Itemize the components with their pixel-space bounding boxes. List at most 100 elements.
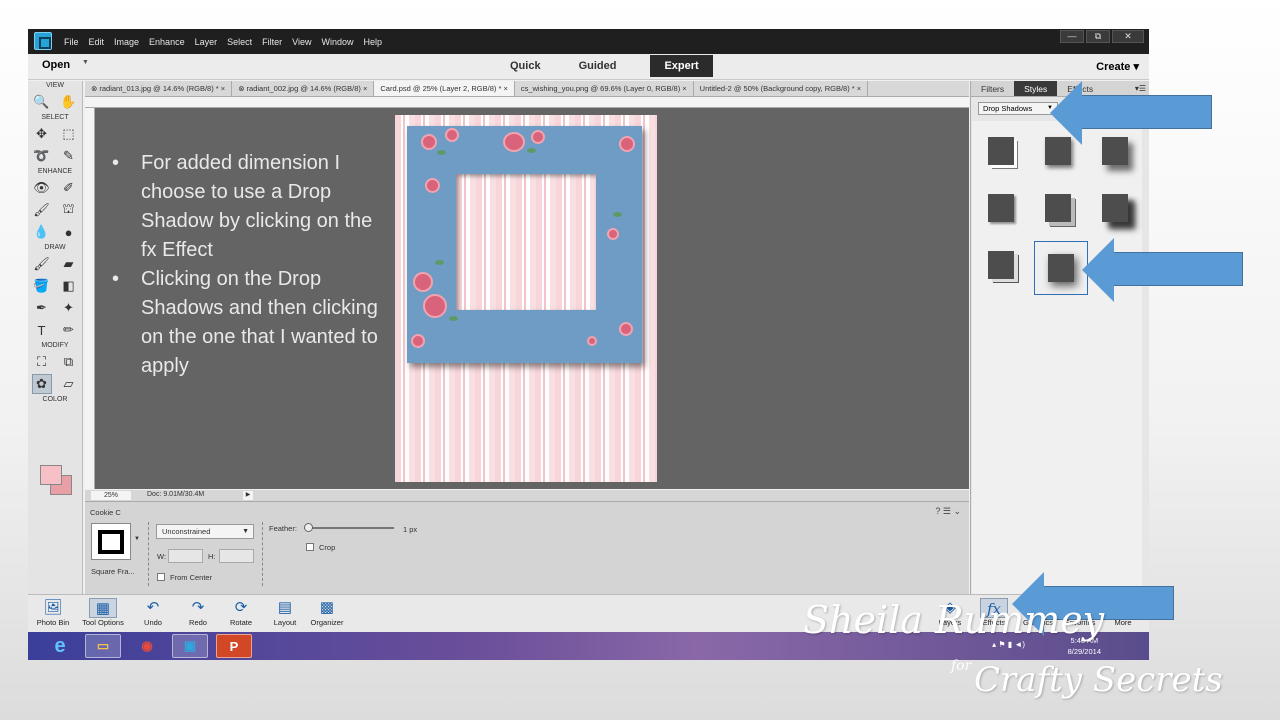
recompose-tool-icon[interactable]: ⧉ <box>59 352 79 372</box>
tab-card[interactable]: Card.psd @ 25% (Layer 2, RGB/8) * × <box>374 81 515 96</box>
photo-bin-button[interactable]: 🖼 Photo Bin <box>31 598 75 627</box>
help-icon[interactable]: ? <box>935 506 940 516</box>
lasso-tool-icon[interactable]: ➰ <box>32 146 52 166</box>
crop-tool-icon[interactable]: ⛶ <box>32 352 52 372</box>
marquee-tool-icon[interactable]: ⬚ <box>59 124 79 144</box>
restore-button[interactable]: ⧉ <box>1086 30 1110 43</box>
instruction-text: For added dimension I choose to use a Dr… <box>112 149 382 381</box>
shape-dropdown-icon[interactable]: ▼ <box>134 536 140 542</box>
create-button[interactable]: Create ▾ <box>1096 60 1139 73</box>
close-button[interactable]: ✕ <box>1112 30 1144 43</box>
feather-value: 1 px <box>403 525 418 534</box>
type-tool-icon[interactable]: T <box>32 320 52 340</box>
paint-bucket-icon[interactable]: 🪣 <box>32 276 52 296</box>
shape-picker[interactable] <box>91 523 131 560</box>
drop-shadow-style-7[interactable] <box>977 241 1025 289</box>
constraint-dropdown[interactable]: Unconstrained ▼ <box>156 524 254 539</box>
drop-shadow-style-3[interactable] <box>1091 127 1139 175</box>
mode-bar: Open ▼ Quick Guided Expert Create ▾ <box>28 54 1149 80</box>
menu-filter[interactable]: Filter <box>262 37 282 47</box>
menu-list-icon[interactable]: ☰ <box>943 506 951 516</box>
feather-slider-handle[interactable] <box>304 523 313 532</box>
sponge-tool-icon[interactable]: ● <box>59 222 79 242</box>
menu-window[interactable]: Window <box>321 37 353 47</box>
card-document[interactable] <box>395 115 657 482</box>
style-category-value: Drop Shadows <box>983 104 1033 113</box>
status-bar: 25% Doc: 9.01M/30.4M ▶ <box>85 490 969 501</box>
tool-options-button[interactable]: ▦ Tool Options <box>81 598 125 627</box>
drop-shadow-style-5[interactable] <box>1034 184 1082 232</box>
smart-brush-icon[interactable]: 🖌 <box>32 200 52 220</box>
drop-shadow-style-1[interactable] <box>977 127 1025 175</box>
chrome-icon[interactable]: ◉ <box>129 634 165 658</box>
custom-shape-icon[interactable]: ✦ <box>59 298 79 318</box>
menu-edit[interactable]: Edit <box>89 37 105 47</box>
internet-explorer-icon[interactable]: e <box>42 634 78 658</box>
foreground-color-swatch[interactable] <box>40 465 62 485</box>
eyedropper-icon[interactable]: ✒ <box>32 298 52 318</box>
collapse-icon[interactable]: ⌄ <box>953 506 961 516</box>
open-dropdown-icon[interactable]: ▼ <box>82 59 89 66</box>
rose-graphic <box>619 136 635 152</box>
rose-graphic <box>587 336 597 346</box>
minimize-button[interactable]: — <box>1060 30 1084 43</box>
tab-untitled-2[interactable]: Untitled-2 @ 50% (Background copy, RGB/8… <box>694 81 869 96</box>
section-modify: MODIFY <box>41 342 69 349</box>
rotate-button[interactable]: ⟳ Rotate <box>219 598 263 627</box>
frame-window <box>456 174 596 310</box>
undo-button[interactable]: ↶ Undo <box>131 598 175 627</box>
gradient-tool-icon[interactable]: ◧ <box>59 276 79 296</box>
spot-healing-icon[interactable]: ✐ <box>59 178 79 198</box>
drop-shadow-style-8[interactable] <box>1034 241 1088 295</box>
drop-shadow-style-4[interactable] <box>977 184 1025 232</box>
photo-bin-icon: 🖼 <box>43 599 63 616</box>
pencil-tool-icon[interactable]: ✏ <box>59 320 79 340</box>
from-center-checkbox[interactable] <box>157 573 165 581</box>
zoom-field[interactable]: 25% <box>91 491 131 500</box>
file-explorer-icon[interactable]: ▭ <box>85 634 121 658</box>
status-menu-arrow-icon[interactable]: ▶ <box>243 491 253 500</box>
menu-select[interactable]: Select <box>227 37 252 47</box>
mode-guided[interactable]: Guided <box>567 55 629 77</box>
red-eye-icon[interactable]: 👁 <box>32 178 52 198</box>
height-field[interactable] <box>219 549 254 563</box>
drop-shadow-style-6[interactable] <box>1091 184 1139 232</box>
tab-wishing-you[interactable]: cs_wishing_you.png @ 69.6% (Layer 0, RGB… <box>515 81 694 96</box>
crop-checkbox[interactable] <box>306 543 314 551</box>
layout-button[interactable]: ▤ Layout <box>263 598 307 627</box>
mode-expert[interactable]: Expert <box>650 55 713 77</box>
clone-stamp-icon[interactable]: ⛫ <box>59 200 79 220</box>
menu-layer[interactable]: Layer <box>195 37 218 47</box>
move-tool-icon[interactable]: ✥ <box>32 124 52 144</box>
tab-filters[interactable]: Filters <box>971 81 1014 96</box>
rotate-label: Rotate <box>229 618 253 627</box>
redo-button[interactable]: ↷ Redo <box>176 598 220 627</box>
brush-tool-icon[interactable]: 🖌 <box>32 254 52 274</box>
tab-radiant-002[interactable]: ⊗ radiant_002.jpg @ 14.6% (RGB/8) × <box>232 81 375 96</box>
menu-view[interactable]: View <box>292 37 311 47</box>
menu-file[interactable]: File <box>64 37 79 47</box>
cookie-cutter-icon[interactable]: ✿ <box>31 374 52 394</box>
tab-radiant-013[interactable]: ⊗ radiant_013.jpg @ 14.6% (RGB/8) * × <box>85 81 233 96</box>
zoom-tool-icon[interactable]: 🔍 <box>32 92 52 112</box>
hand-tool-icon[interactable]: ✋ <box>59 92 79 112</box>
menu-enhance[interactable]: Enhance <box>149 37 185 47</box>
menu-image[interactable]: Image <box>114 37 139 47</box>
blur-tool-icon[interactable]: 💧 <box>32 222 52 242</box>
width-field[interactable] <box>168 549 203 563</box>
mode-quick[interactable]: Quick <box>498 55 553 77</box>
feather-slider[interactable] <box>304 523 394 532</box>
eraser-tool-icon[interactable]: ▰ <box>59 254 79 274</box>
options-menu: ? ☰ ⌄ <box>935 506 961 517</box>
leaf-graphic <box>449 316 458 321</box>
organizer-button[interactable]: ▩ Organizer <box>305 598 349 627</box>
quick-selection-icon[interactable]: ✎ <box>59 146 79 166</box>
open-button[interactable]: Open <box>42 59 70 71</box>
style-category-dropdown[interactable]: Drop Shadows▼ <box>978 102 1058 115</box>
panel-menu-icon[interactable]: ▾☰ <box>1135 81 1149 96</box>
straighten-tool-icon[interactable]: ▱ <box>59 374 79 394</box>
rose-graphic <box>619 322 633 336</box>
powerpoint-icon[interactable]: P <box>216 634 252 658</box>
menu-help[interactable]: Help <box>363 37 382 47</box>
photoshop-elements-icon[interactable]: ▣ <box>172 634 208 658</box>
